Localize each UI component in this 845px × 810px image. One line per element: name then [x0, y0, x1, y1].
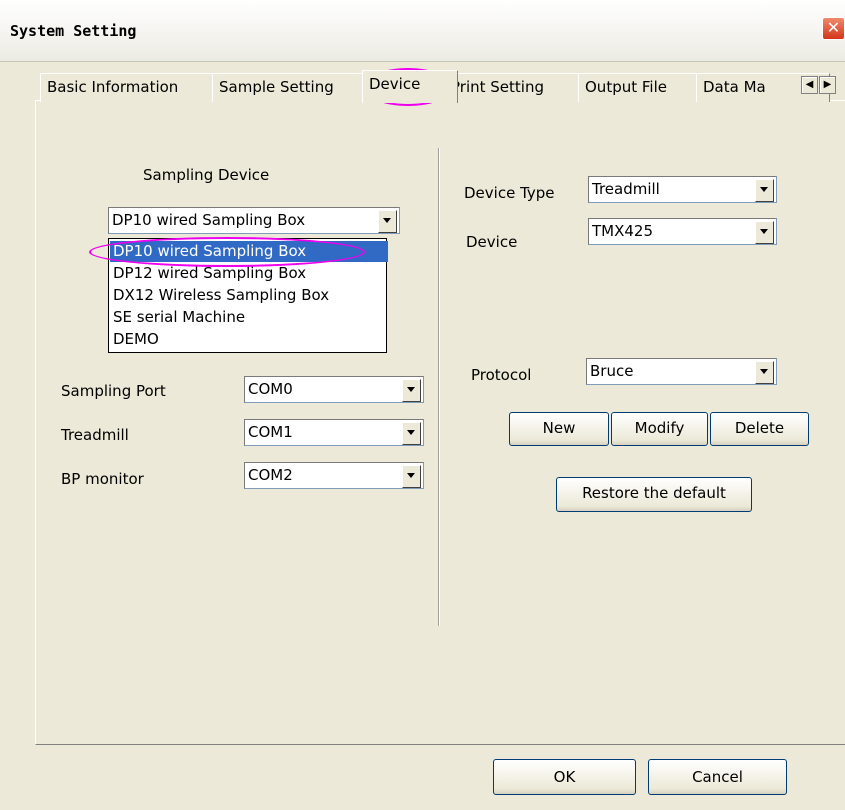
chevron-down-icon[interactable] [402, 465, 421, 488]
list-item[interactable]: DEMO [110, 329, 388, 350]
list-item[interactable]: DX12 Wireless Sampling Box [110, 285, 388, 306]
ok-button[interactable]: OK [493, 759, 636, 795]
bp-monitor-port-value: COM2 [248, 466, 293, 484]
device-type-value: Treadmill [592, 180, 660, 198]
chevron-down-icon[interactable] [755, 179, 774, 202]
protocol-label: Protocol [471, 366, 532, 384]
sampling-port-select[interactable]: COM0 [244, 376, 424, 403]
list-item[interactable]: SE serial Machine [110, 307, 388, 328]
restore-default-button[interactable]: Restore the default [556, 477, 752, 512]
device-value: TMX425 [592, 222, 654, 240]
chevron-down-icon[interactable] [755, 221, 774, 244]
cancel-button[interactable]: Cancel [648, 759, 787, 795]
sampling-port-value: COM0 [248, 380, 293, 398]
close-icon[interactable]: ✕ [822, 17, 845, 40]
bp-monitor-port-select[interactable]: COM2 [244, 462, 424, 489]
list-item[interactable]: DP10 wired Sampling Box [110, 241, 388, 262]
modify-button[interactable]: Modify [611, 412, 708, 446]
sampling-device-value: DP10 wired Sampling Box [112, 211, 306, 229]
tab-sample-setting[interactable]: Sample Setting [212, 73, 376, 102]
chevron-down-icon[interactable] [378, 210, 397, 233]
list-item[interactable]: DP12 wired Sampling Box [110, 263, 388, 284]
protocol-select[interactable]: Bruce [586, 358, 777, 385]
tab-print-setting[interactable]: Print Setting [444, 73, 592, 102]
sampling-port-label: Sampling Port [61, 382, 166, 400]
device-type-select[interactable]: Treadmill [588, 176, 777, 203]
vertical-divider [438, 148, 440, 626]
delete-button[interactable]: Delete [710, 412, 809, 446]
device-select[interactable]: TMX425 [588, 218, 777, 245]
treadmill-port-value: COM1 [248, 423, 293, 441]
device-type-label: Device Type [464, 184, 555, 202]
chevron-down-icon[interactable] [402, 422, 421, 445]
sampling-device-select[interactable]: DP10 wired Sampling Box [108, 207, 400, 234]
sampling-device-dropdown[interactable]: DP10 wired Sampling Box DP12 wired Sampl… [108, 238, 388, 353]
tab-scroll-left-icon[interactable]: ◀ [801, 76, 818, 94]
tab-scroll-right-icon[interactable]: ▶ [819, 76, 836, 94]
device-label: Device [466, 233, 518, 251]
chevron-down-icon[interactable] [755, 361, 774, 384]
protocol-value: Bruce [590, 362, 634, 380]
bp-monitor-label: BP monitor [61, 470, 144, 488]
window-title: System Setting [10, 22, 137, 40]
chevron-down-icon[interactable] [402, 379, 421, 402]
new-button[interactable]: New [509, 412, 609, 446]
treadmill-label: Treadmill [61, 426, 129, 444]
tab-device[interactable]: Device [362, 70, 458, 103]
treadmill-port-select[interactable]: COM1 [244, 419, 424, 446]
tab-output-file[interactable]: Output File [578, 73, 710, 102]
sampling-device-heading: Sampling Device [143, 166, 270, 184]
tab-basic-information[interactable]: Basic Information [40, 73, 226, 102]
